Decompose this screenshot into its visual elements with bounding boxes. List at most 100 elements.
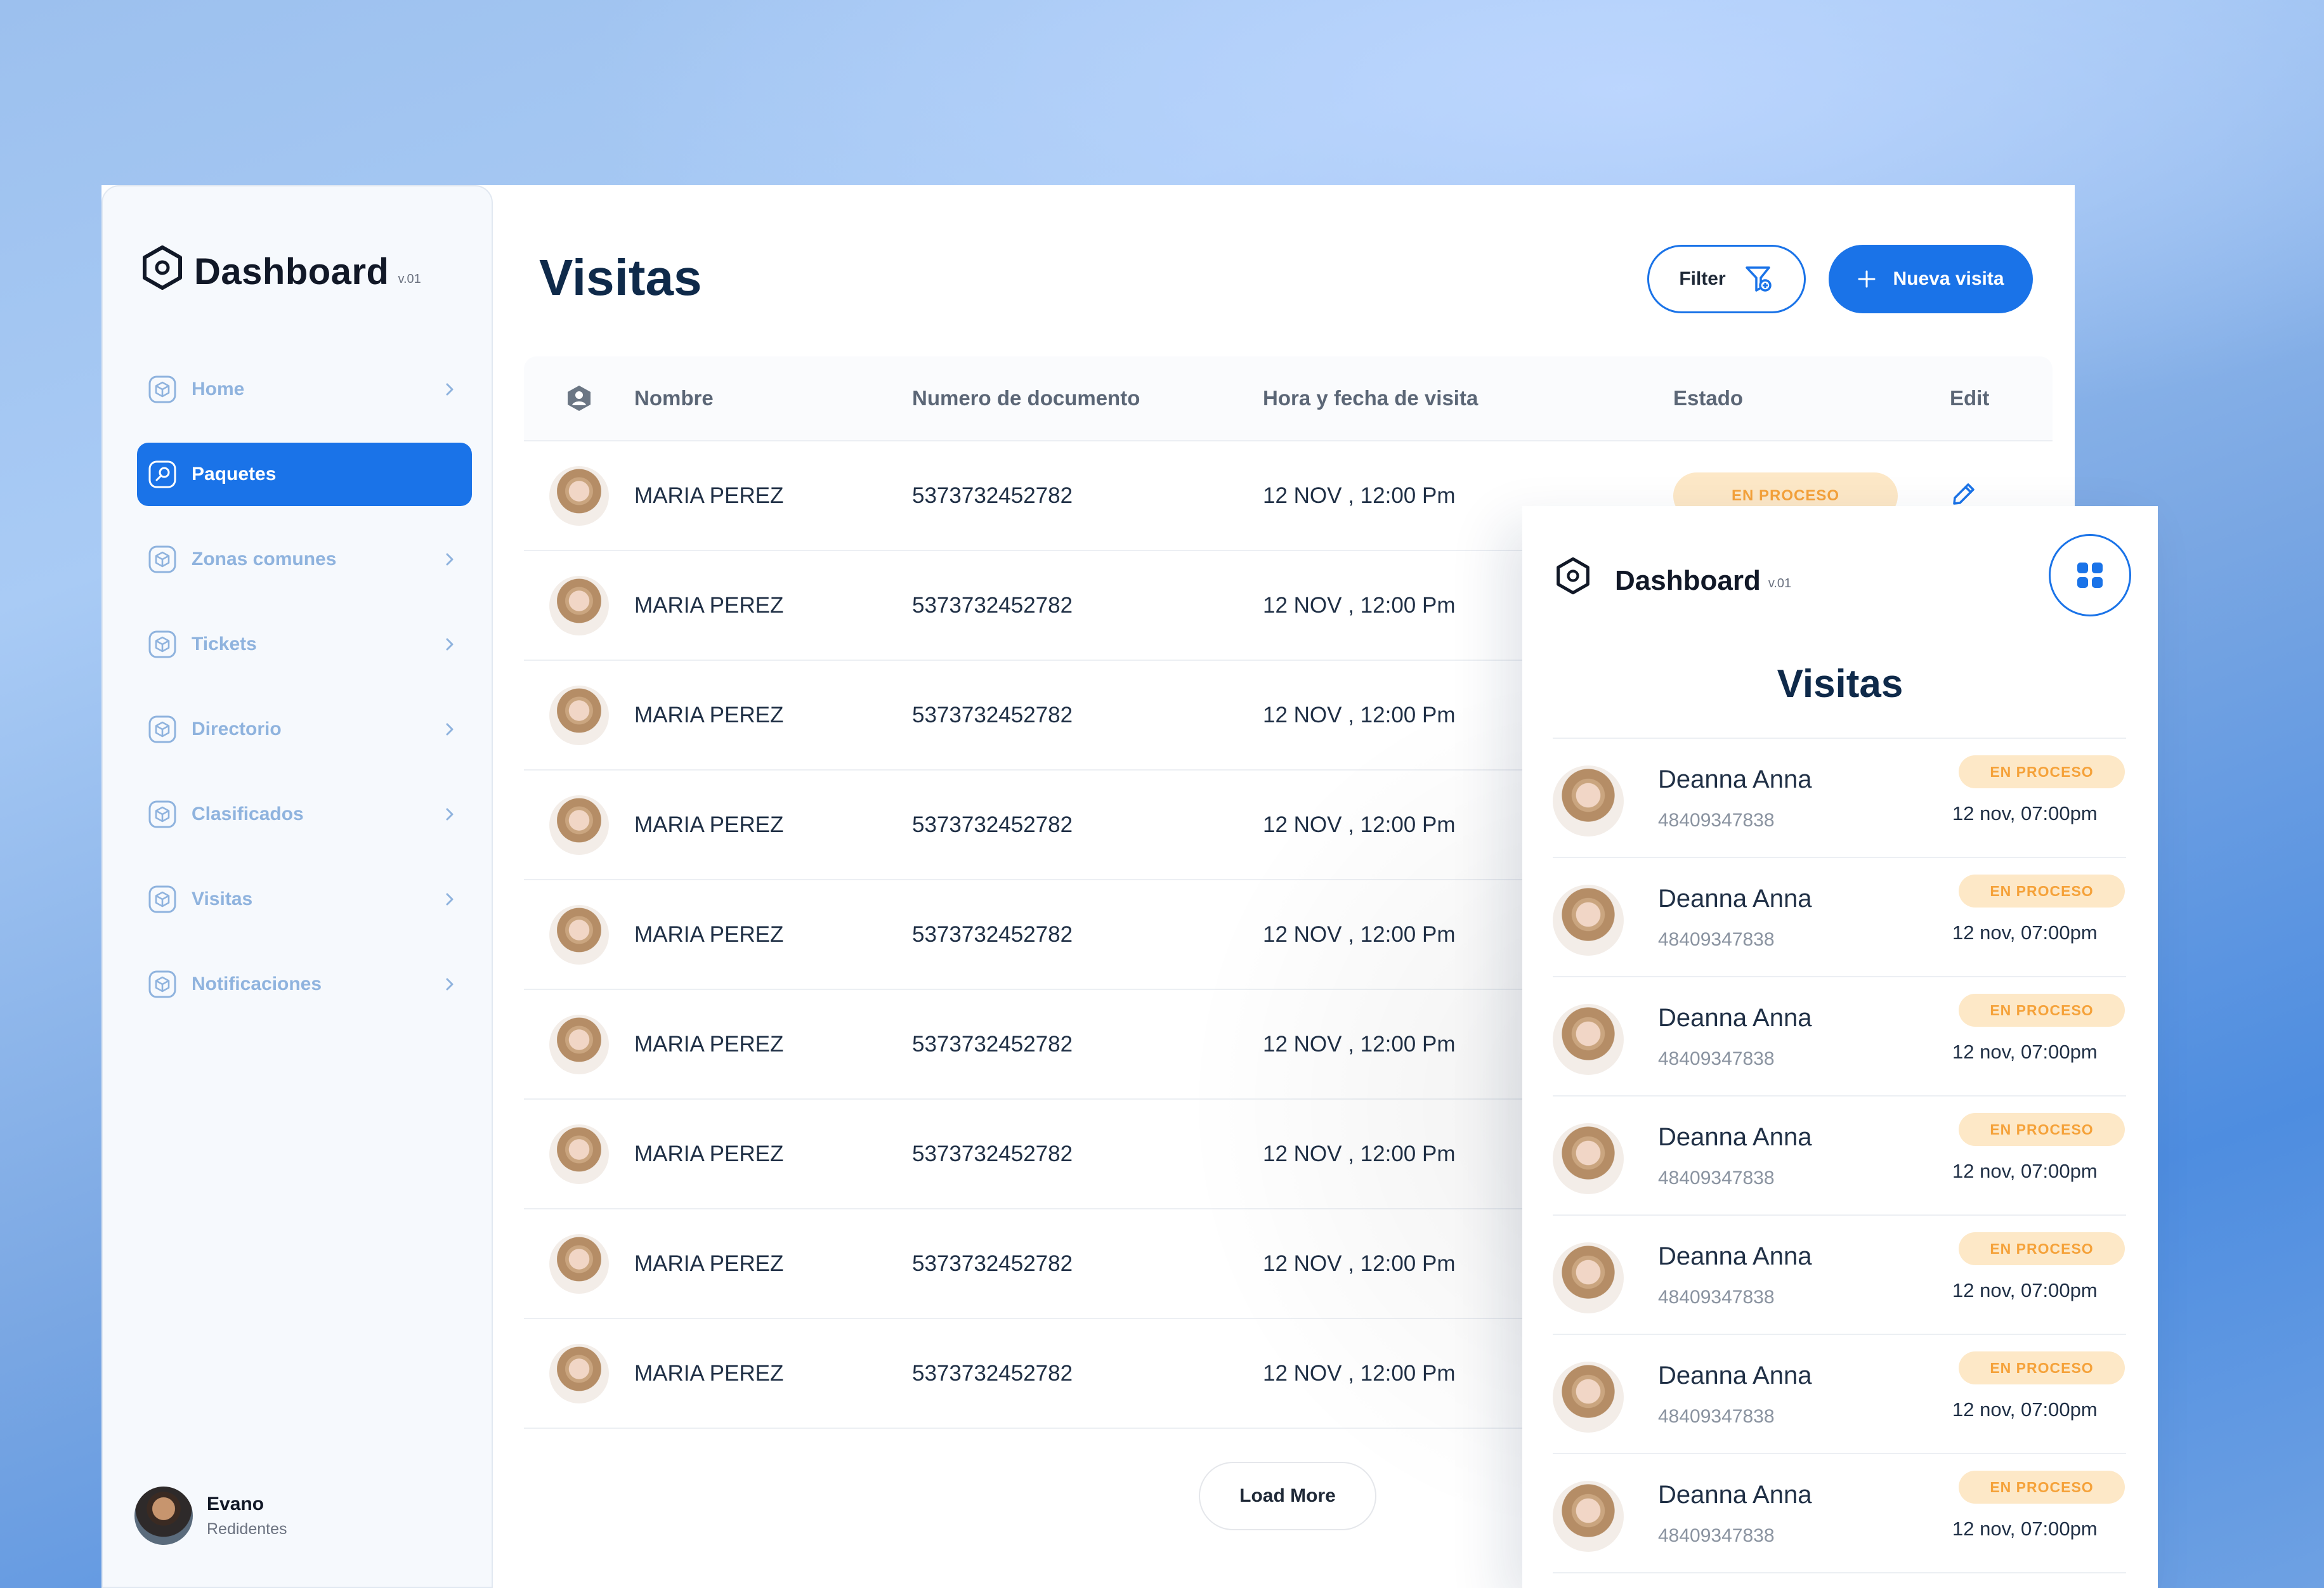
- sidebar-item-label: Clasificados: [192, 804, 304, 824]
- cell-document: 5373732452782: [912, 592, 1073, 618]
- visitor-document: 48409347838: [1658, 1048, 1775, 1069]
- pencil-icon[interactable]: [1950, 480, 1978, 508]
- chevron-right-icon: [446, 553, 454, 566]
- cell-date: 12 NOV , 12:00 Pm: [1263, 483, 1456, 508]
- cell-name: MARIA PEREZ: [634, 812, 784, 837]
- cell-name: MARIA PEREZ: [634, 483, 784, 508]
- load-more-button[interactable]: Load More: [1199, 1462, 1376, 1530]
- cell-name: MARIA PEREZ: [634, 1251, 784, 1276]
- user-profile[interactable]: Evano Redidentes: [134, 1487, 287, 1545]
- mobile-brand-version: v.01: [1768, 576, 1792, 590]
- new-visit-label: Nueva visita: [1893, 268, 2004, 289]
- plus-icon: [1858, 270, 1876, 288]
- cell-document: 5373732452782: [912, 921, 1073, 947]
- visitor-document: 48409347838: [1658, 1525, 1775, 1546]
- avatar: [1553, 885, 1624, 956]
- chevron-right-icon: [446, 808, 454, 821]
- sidebar-item-zonas-comunes[interactable]: Zonas comunes: [137, 528, 472, 591]
- header-edit: Edit: [1950, 386, 1990, 410]
- status-badge: EN PROCESO: [1959, 1232, 2125, 1265]
- sidebar-item-label: Zonas comunes: [192, 549, 337, 569]
- grid-icon: [2077, 563, 2103, 588]
- visitor-document: 48409347838: [1658, 1406, 1775, 1427]
- hexagon-logo-icon: [143, 245, 182, 290]
- sidebar-item-visitas[interactable]: Visitas: [137, 868, 472, 931]
- cube-icon: [148, 970, 176, 998]
- filter-button-label: Filter: [1679, 268, 1726, 289]
- header-state[interactable]: Estado: [1673, 386, 1950, 410]
- mobile-page-title: Visitas: [1777, 662, 1903, 706]
- visit-date: 12 nov, 07:00pm: [1952, 921, 2098, 944]
- search-icon: [148, 460, 176, 488]
- cell-document: 5373732452782: [912, 702, 1073, 727]
- cell-name: MARIA PEREZ: [634, 1141, 784, 1166]
- header-document[interactable]: Numero de documento: [912, 386, 1263, 410]
- status-badge: EN PROCESO: [1959, 994, 2125, 1027]
- list-item[interactable]: Deanna Anna 48409347838 EN PROCESO 12 nov, …: [1553, 858, 2126, 977]
- cell-document: 5373732452782: [912, 1141, 1073, 1166]
- list-item[interactable]: Deanna Anna 48409347838 EN PROCESO 12 nov, …: [1553, 1216, 2126, 1335]
- avatar: [1553, 1242, 1624, 1313]
- list-item[interactable]: Deanna Anna 48409347838 EN PROCESO 12 nov, …: [1553, 1335, 2126, 1454]
- sidebar: Dashboard v.01 Home Paquetes Zonas comun…: [101, 185, 493, 1588]
- status-badge: EN PROCESO: [1959, 1471, 2125, 1504]
- avatar: [549, 685, 609, 745]
- cube-icon: [148, 545, 176, 573]
- brand-title: Dashboard: [194, 251, 389, 292]
- chevron-right-icon: [446, 383, 454, 396]
- header-date[interactable]: Hora y fecha de visita: [1263, 386, 1673, 410]
- sidebar-nav: Home Paquetes Zonas comunes Tickets Dire…: [137, 358, 472, 1038]
- avatar: [549, 1014, 609, 1074]
- visit-date: 12 nov, 07:00pm: [1952, 1160, 2098, 1182]
- avatar: [1553, 1004, 1624, 1075]
- visitor-document: 48409347838: [1658, 929, 1775, 950]
- sidebar-item-label: Directorio: [192, 719, 282, 739]
- list-item[interactable]: Deanna Anna 48409347838 EN PROCESO 12 nov, …: [1553, 1097, 2126, 1216]
- new-visit-button[interactable]: Nueva visita: [1829, 245, 2033, 313]
- sidebar-item-directorio[interactable]: Directorio: [137, 698, 472, 761]
- grid-menu-button[interactable]: [2049, 534, 2131, 616]
- cell-document: 5373732452782: [912, 1251, 1073, 1276]
- visitor-name: Deanna Anna: [1658, 1123, 1812, 1151]
- mobile-brand: Dashboard v.01: [1554, 557, 1791, 595]
- avatar: [549, 904, 609, 965]
- visitor-name: Deanna Anna: [1658, 1481, 1812, 1509]
- cell-document: 5373732452782: [912, 812, 1073, 837]
- mobile-panel: Dashboard v.01 Visitas Deanna Anna 484093…: [1522, 506, 2158, 1588]
- funnel-icon: [1745, 266, 1772, 292]
- visitor-document: 48409347838: [1658, 810, 1775, 831]
- sidebar-item-paquetes[interactable]: Paquetes: [137, 443, 472, 506]
- chevron-right-icon: [446, 893, 454, 906]
- sidebar-item-notificaciones[interactable]: Notificaciones: [137, 953, 472, 1016]
- header-name[interactable]: Nombre: [634, 386, 912, 410]
- cell-name: MARIA PEREZ: [634, 592, 784, 618]
- sidebar-item-label: Paquetes: [192, 464, 277, 485]
- brand: Dashboard v.01: [140, 245, 421, 290]
- list-item[interactable]: Deanna Anna 48409347838 EN PROCESO 12 nov, …: [1553, 977, 2126, 1097]
- cell-document: 5373732452782: [912, 1360, 1073, 1386]
- avatar: [549, 795, 609, 855]
- cell-name: MARIA PEREZ: [634, 1031, 784, 1057]
- visitor-name: Deanna Anna: [1658, 765, 1812, 793]
- status-badge: EN PROCESO: [1959, 1113, 2125, 1146]
- sidebar-item-tickets[interactable]: Tickets: [137, 613, 472, 676]
- sidebar-item-home[interactable]: Home: [137, 358, 472, 421]
- avatar: [549, 575, 609, 635]
- table-header: Nombre Numero de documento Hora y fecha …: [524, 356, 2053, 441]
- chevron-right-icon: [446, 978, 454, 991]
- mobile-brand-title: Dashboard: [1615, 565, 1761, 596]
- cube-icon: [148, 715, 176, 743]
- filter-button[interactable]: Filter: [1647, 245, 1806, 313]
- sidebar-item-clasificados[interactable]: Clasificados: [137, 783, 472, 846]
- visitor-name: Deanna Anna: [1658, 1004, 1812, 1032]
- visit-date: 12 nov, 07:00pm: [1952, 1279, 2098, 1301]
- list-item[interactable]: Deanna Anna 48409347838 EN PROCESO 12 nov, …: [1553, 1454, 2126, 1573]
- cell-name: MARIA PEREZ: [634, 1360, 784, 1386]
- chevron-right-icon: [446, 723, 454, 736]
- cell-name: MARIA PEREZ: [634, 921, 784, 947]
- cell-name: MARIA PEREZ: [634, 702, 784, 727]
- visit-date: 12 nov, 07:00pm: [1952, 1518, 2098, 1540]
- visitor-name: Deanna Anna: [1658, 1242, 1812, 1270]
- list-item[interactable]: Deanna Anna 48409347838 EN PROCESO 12 nov, …: [1553, 739, 2126, 858]
- avatar: [1553, 1123, 1624, 1194]
